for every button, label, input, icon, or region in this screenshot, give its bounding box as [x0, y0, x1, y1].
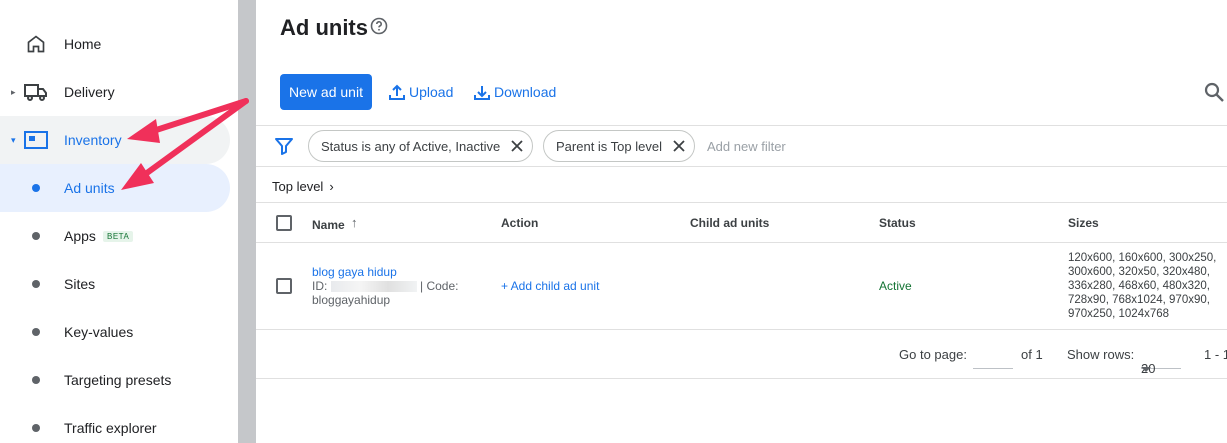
download-button[interactable]: Download — [473, 82, 556, 102]
table-row: blog gaya hidup ID: | Code: bloggayahidu… — [256, 243, 1227, 330]
filter-bar: Status is any of Active, Inactive Parent… — [256, 125, 1227, 165]
bullet-icon — [32, 280, 40, 288]
caret-down-icon[interactable]: ▾ — [11, 136, 19, 145]
download-icon — [474, 86, 490, 100]
sidebar-item-label: Delivery — [64, 84, 115, 100]
chip-label: Parent is Top level — [556, 138, 662, 154]
sidebar-item-label: Home — [64, 36, 102, 52]
sidebar-item-apps[interactable]: Apps BETA — [0, 212, 230, 260]
column-header-action: Action — [501, 216, 539, 230]
page-count: of 1 — [1021, 347, 1043, 362]
bullet-icon — [32, 376, 40, 384]
caret-right-icon[interactable]: ▸ — [11, 88, 19, 97]
sizes-cell: 120x600, 160x600, 300x250, 300x600, 320x… — [1068, 252, 1217, 320]
column-header-name[interactable]: Name — [312, 218, 345, 232]
sidebar-item-label: Inventory — [64, 132, 122, 148]
breadcrumb-item: Top level — [272, 179, 324, 194]
truck-icon — [24, 80, 48, 104]
breadcrumb[interactable]: Top level › — [272, 179, 334, 194]
download-label: Download — [494, 84, 557, 100]
new-ad-unit-button[interactable]: New ad unit — [280, 74, 372, 110]
sidebar-divider[interactable] — [238, 0, 256, 443]
pagination: Go to page: of 1 Show rows: 20 1 - 1 — [256, 331, 1227, 379]
beta-badge: BETA — [103, 230, 134, 242]
help-icon[interactable] — [370, 17, 388, 35]
sidebar-item-label: Sites — [64, 276, 96, 292]
sidebar-item-inventory[interactable]: ▾ Inventory — [0, 116, 230, 164]
sidebar-item-label: Targeting presets — [64, 372, 172, 388]
sidebar: Home ▸ Delivery ▾ Inventory Ad units App… — [0, 0, 238, 443]
close-icon[interactable] — [510, 139, 524, 153]
upload-label: Upload — [409, 84, 454, 100]
column-header-status: Status — [879, 216, 916, 230]
sidebar-item-label: Traffic explorer — [64, 420, 157, 436]
filter-icon[interactable] — [274, 136, 294, 156]
page-number-input[interactable] — [973, 343, 1013, 369]
column-header-sizes: Sizes — [1068, 216, 1099, 230]
bullet-icon — [32, 232, 40, 240]
sidebar-item-key-values[interactable]: Key-values — [0, 308, 230, 356]
show-rows-label: Show rows: — [1067, 347, 1135, 362]
chip-label: Status is any of Active, Inactive — [321, 138, 501, 154]
add-child-ad-unit-link[interactable]: + Add child ad unit — [501, 279, 599, 293]
bullet-icon — [32, 184, 40, 192]
sidebar-item-traffic-explorer[interactable]: Traffic explorer — [0, 404, 230, 443]
ad-unit-id-label: ID: — [312, 279, 331, 293]
column-header-child-ad-units: Child ad units — [690, 216, 770, 230]
chevron-right-icon: › — [329, 179, 334, 194]
bullet-icon — [32, 328, 40, 336]
sidebar-item-label: Key-values — [64, 324, 134, 340]
filter-chip-status[interactable]: Status is any of Active, Inactive — [308, 130, 534, 162]
add-filter-input[interactable]: Add new filter — [707, 139, 786, 154]
upload-icon — [389, 84, 405, 100]
filter-chip-parent[interactable]: Parent is Top level — [543, 130, 695, 162]
select-all-checkbox[interactable] — [276, 215, 292, 231]
sidebar-item-label: Ad units — [64, 180, 115, 196]
ad-unit-name-link[interactable]: blog gaya hidup — [312, 265, 397, 279]
redacted-id — [330, 281, 417, 293]
upload-button[interactable]: Upload — [388, 82, 453, 102]
close-icon[interactable] — [672, 139, 686, 153]
ad-unit-meta: ID: | Code: bloggayahidup — [312, 279, 488, 307]
inventory-icon — [24, 128, 48, 152]
search-icon[interactable] — [1203, 81, 1227, 105]
page-range: 1 - 1 — [1204, 347, 1227, 362]
home-icon — [24, 32, 48, 56]
sidebar-item-delivery[interactable]: ▸ Delivery — [0, 68, 230, 116]
status-badge: Active — [879, 279, 912, 293]
breadcrumb-bar: Top level › — [256, 166, 1227, 202]
sidebar-item-sites[interactable]: Sites — [0, 260, 230, 308]
sort-arrow-up-icon[interactable]: ↑ — [351, 215, 358, 230]
sidebar-item-targeting-presets[interactable]: Targeting presets — [0, 356, 230, 404]
rows-per-page-select[interactable]: 20 — [1141, 345, 1181, 376]
sidebar-item-ad-units[interactable]: Ad units — [0, 164, 230, 212]
go-to-page-label: Go to page: — [899, 347, 967, 362]
main-content: Ad units New ad unit Upload Download Sta… — [256, 0, 1227, 443]
sidebar-item-home[interactable]: Home — [0, 20, 230, 68]
table-header: Name ↑ Action Child ad units Status Size… — [256, 202, 1227, 243]
sidebar-item-label: Apps — [64, 228, 96, 244]
row-checkbox[interactable] — [276, 278, 292, 294]
dropdown-arrow-icon — [1141, 367, 1151, 372]
page-title: Ad units — [280, 15, 368, 40]
bullet-icon — [32, 424, 40, 432]
